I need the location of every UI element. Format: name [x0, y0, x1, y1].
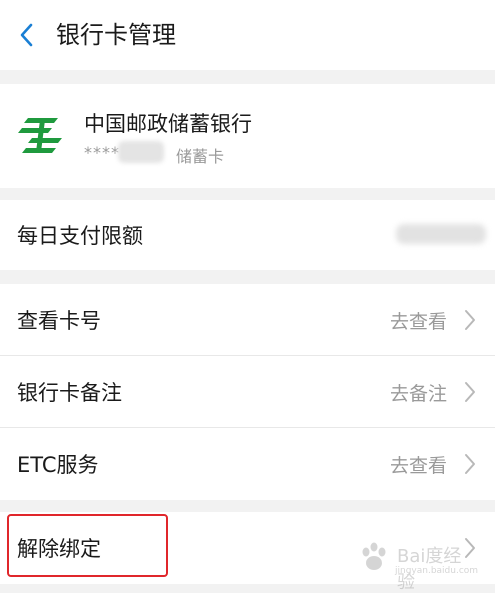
card-options-group: 查看卡号 去查看 银行卡备注 去备注 ETC服务 去查看	[0, 284, 495, 500]
menu-label: 查看卡号	[17, 309, 101, 333]
chevron-right-icon	[465, 454, 475, 474]
menu-label: ETC服务	[17, 453, 99, 477]
chevron-right-icon	[465, 538, 475, 558]
watermark-url: jingyan.baidu.com	[395, 566, 479, 576]
chevron-right-icon	[465, 310, 475, 330]
etc-service-row[interactable]: ETC服务 去查看	[0, 428, 495, 500]
baidu-jingyan-watermark: Bai度经验 jingyan.baidu.com	[357, 538, 478, 593]
page-title: 银行卡管理	[56, 21, 176, 49]
daily-limit-blur	[396, 224, 486, 244]
card-type: 储蓄卡	[176, 147, 225, 166]
postal-bank-logo-icon	[18, 118, 62, 153]
daily-limit-label: 每日支付限额	[17, 224, 143, 248]
paw-icon	[362, 542, 386, 570]
menu-value: 去查看	[389, 310, 447, 333]
card-number-mask: ****	[84, 143, 120, 162]
card-remark-row[interactable]: 银行卡备注 去备注	[0, 356, 495, 428]
chevron-right-icon	[465, 382, 475, 402]
annotation-highlight-box	[7, 514, 168, 577]
menu-value: 去查看	[389, 454, 447, 477]
bank-card-info[interactable]: 中国邮政储蓄银行 **** 储蓄卡	[0, 84, 495, 188]
back-button[interactable]	[12, 20, 40, 50]
menu-label: 银行卡备注	[17, 381, 122, 405]
card-number-blur	[118, 141, 164, 163]
nav-bar: 银行卡管理	[0, 0, 495, 70]
daily-limit-row[interactable]: 每日支付限额	[0, 200, 495, 270]
menu-value: 去备注	[389, 382, 447, 405]
view-card-number-row[interactable]: 查看卡号 去查看	[0, 284, 495, 356]
chevron-left-icon	[20, 23, 33, 47]
bank-name: 中国邮政储蓄银行	[84, 112, 252, 136]
